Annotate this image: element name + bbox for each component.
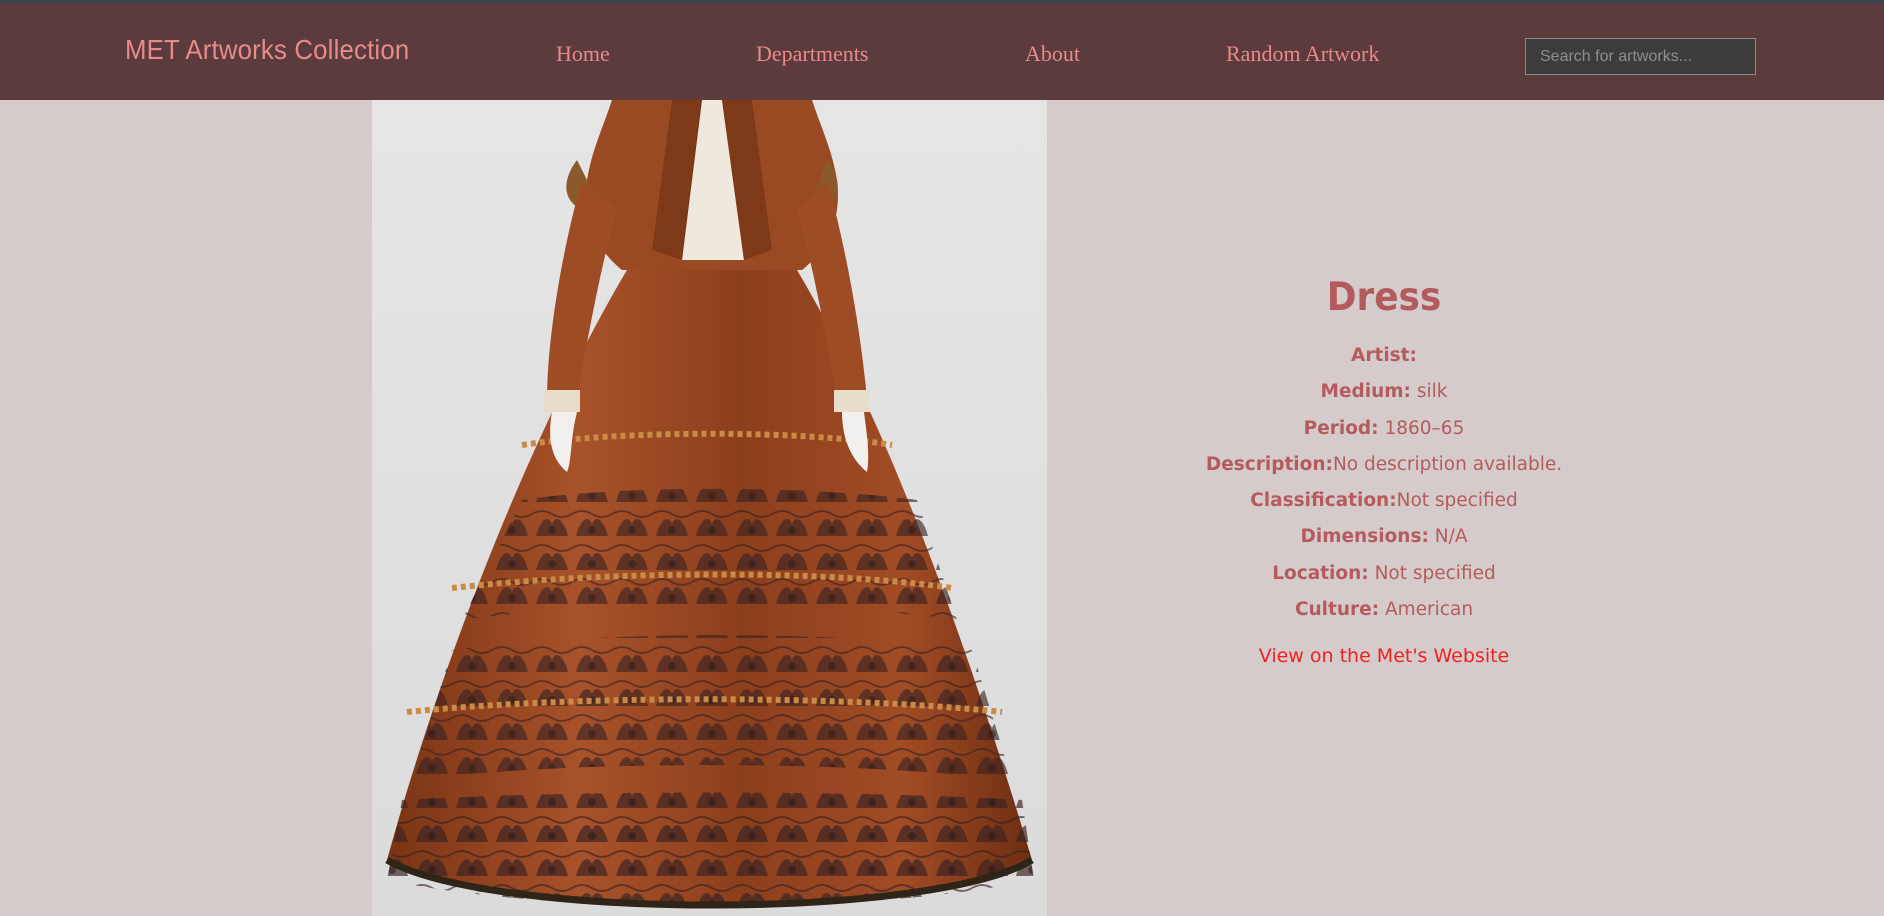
- classification-value: Not specified: [1396, 490, 1518, 512]
- artist-row: Artist:: [1148, 338, 1620, 374]
- period-label: Period:: [1303, 417, 1379, 439]
- search-input[interactable]: [1525, 38, 1756, 75]
- view-on-met-website-link[interactable]: View on the Met's Website: [1259, 645, 1510, 667]
- classification-label: Classification:: [1250, 490, 1397, 512]
- nav-home-link[interactable]: Home: [556, 41, 610, 67]
- culture-label: Culture:: [1294, 599, 1380, 621]
- nav-random-artwork-link[interactable]: Random Artwork: [1226, 41, 1379, 67]
- site-brand[interactable]: MET Artworks Collection: [125, 34, 409, 66]
- culture-row: Culture: American: [1148, 592, 1620, 628]
- description-value: No description available.: [1332, 453, 1563, 475]
- period-value: 1860–65: [1384, 417, 1465, 439]
- nav-about-link[interactable]: About: [1025, 41, 1080, 67]
- classification-row: Classification:Not specified: [1148, 483, 1620, 519]
- location-value: Not specified: [1374, 562, 1496, 584]
- period-row: Period: 1860–65: [1148, 411, 1620, 447]
- location-row: Location: Not specified: [1148, 556, 1620, 592]
- nav-departments-link[interactable]: Departments: [756, 41, 868, 67]
- top-nav-bar: MET Artworks Collection Home Departments…: [0, 0, 1884, 100]
- medium-row: Medium: silk: [1148, 374, 1620, 410]
- dimensions-value: N/A: [1434, 526, 1468, 548]
- artist-label: Artist:: [1351, 345, 1417, 366]
- artwork-title: Dress: [1326, 275, 1442, 320]
- medium-label: Medium:: [1320, 381, 1411, 403]
- description-row: Description:No description available.: [1148, 447, 1620, 483]
- location-label: Location:: [1272, 562, 1369, 584]
- dimensions-row: Dimensions: N/A: [1148, 519, 1620, 555]
- artwork-image: [372, 100, 1047, 916]
- dimensions-label: Dimensions:: [1300, 526, 1429, 548]
- artwork-details: Dress Artist: Medium: silk Period: 1860–…: [1148, 275, 1620, 667]
- medium-value: silk: [1416, 381, 1448, 403]
- culture-value: American: [1385, 599, 1474, 621]
- description-label: Description:: [1205, 453, 1333, 475]
